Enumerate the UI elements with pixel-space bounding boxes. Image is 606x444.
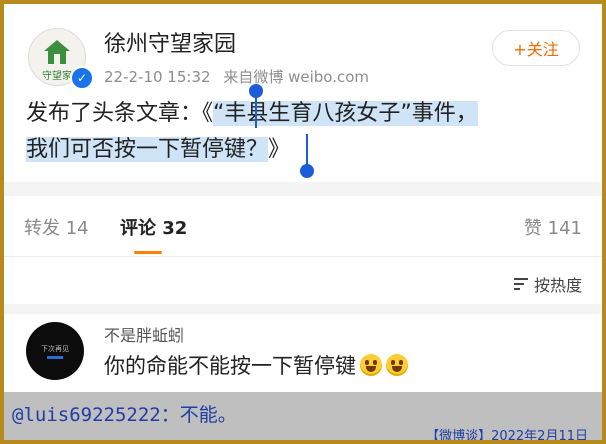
post-username[interactable]: 徐州守望家园 [104,26,236,58]
tab-likes[interactable]: 赞 141 [524,214,582,240]
selection-end-caret [306,134,308,168]
sort-label: 按热度 [533,276,582,295]
tab-separator [4,256,602,257]
sort-by-hot-button[interactable]: 按热度 [513,272,582,296]
sort-icon [513,278,528,290]
post-body[interactable]: 发布了头条文章：《“丰县生育八孩女子”事件， 我们可否按一下暂停键？》 [26,96,596,168]
post-timestamp: 22-2-10 15:32 [104,68,211,86]
verified-badge-icon: ✓ [70,66,94,90]
caption-source: 【微博谈】2022年2月11日 [426,429,588,444]
article-title-line1[interactable]: “丰县生育八孩女子”事件， [213,101,478,126]
post-meta: 22-2-10 15:32 来自微博 weibo.com [104,66,377,87]
screenshot-frame: 守望家 ✓ 徐州守望家园 22-2-10 15:32 来自微博 weibo.co… [0,0,606,444]
commenter-avatar[interactable]: 下次再见 [26,322,84,380]
tab-repost[interactable]: 转发 14 [24,214,89,240]
follow-button[interactable]: +关注 [492,30,580,66]
selection-end-handle[interactable] [300,164,314,178]
avatar-bar [47,356,63,359]
caption-bar: @luis69225222：不能。 【微博谈】2022年2月11日 [4,392,602,440]
caption-text: @luis69225222：不能。 [12,404,237,426]
section-divider [4,182,602,196]
commenter-name[interactable]: 不是胖蚯蚓 [104,322,184,346]
commenter-avatar-text: 下次再见 [41,345,69,353]
article-line-1: 发布了头条文章：《“丰县生育八孩女子”事件， [26,96,596,132]
laughing-emoji-icon [360,354,382,376]
article-prefix: 发布了头条文章：《 [26,101,214,126]
comment-text: 你的命能不能按一下暂停键 [104,354,356,378]
laughing-emoji-icon [386,354,408,376]
tab-comments[interactable]: 评论 32 [120,214,187,240]
post-source: 来自微博 weibo.com [223,68,369,86]
article-suffix: 》 [268,137,291,162]
comment-divider [4,304,602,314]
house-logo-icon [44,40,70,64]
active-tab-indicator [134,251,162,254]
article-line-2: 我们可否按一下暂停键？》 [26,132,596,168]
comment-body: 你的命能不能按一下暂停键 [104,350,408,380]
article-title-line2[interactable]: 我们可否按一下暂停键？ [26,137,269,162]
selection-start-caret [255,94,257,128]
